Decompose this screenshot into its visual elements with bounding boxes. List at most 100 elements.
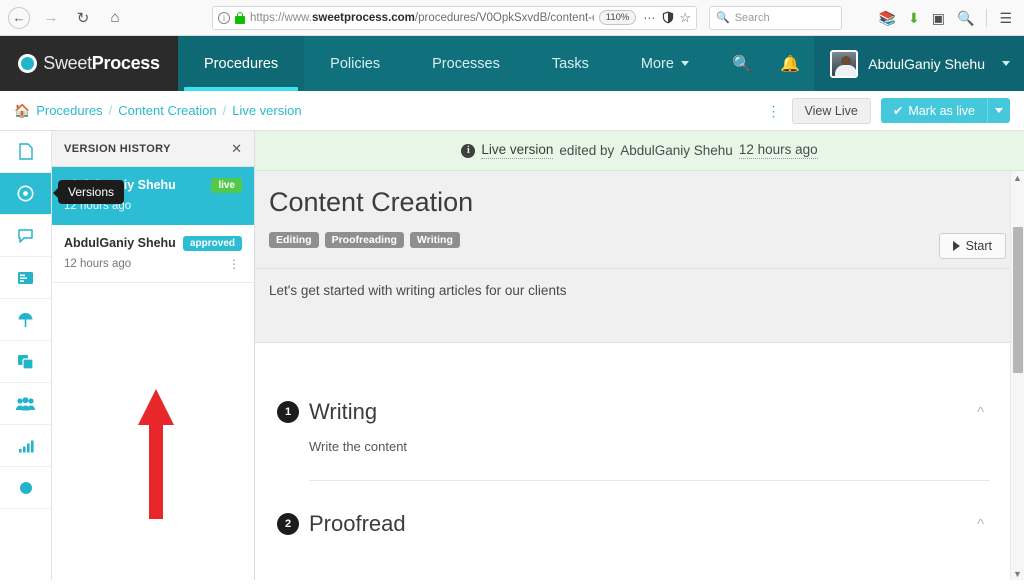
search-icon: 🔍 [716,12,730,24]
toolbar-divider [986,8,988,27]
rail-item-status[interactable] [0,467,51,509]
mark-as-live-split-button: ✔ Mark as live [880,98,1010,123]
url-scheme: https://www. [250,11,312,24]
breadcrumb-item-procedures[interactable]: Procedures [36,103,102,118]
rail-item-comments[interactable] [0,215,51,257]
shield-icon[interactable] [662,11,674,24]
left-icon-rail [0,131,52,580]
search-icon[interactable]: 🔍 [718,36,766,91]
scroll-up-icon[interactable]: ▲ [1011,171,1024,184]
chevron-down-icon [995,108,1003,113]
nav-tab-more-label: More [640,55,674,72]
banner-timestamp: 12 hours ago [738,142,818,159]
step-body: Write the content [309,439,408,454]
notification-bell-icon[interactable]: 🔔 [766,36,814,91]
start-button[interactable]: Start [938,233,1006,259]
hamburger-menu-icon[interactable]: ☰ [999,11,1012,25]
browser-search-placeholder: Search [734,11,770,24]
main-content: i Live version edited by AbdulGaniy Sheh… [255,131,1024,580]
back-arrow-icon[interactable]: ← [8,6,30,29]
mark-as-live-button[interactable]: ✔ Mark as live [880,98,987,123]
user-menu[interactable]: AbdulGaniy Shehu [814,36,1024,91]
rail-item-version-history[interactable] [0,173,51,215]
version-history-header: VERSION HISTORY ✕ [52,131,254,167]
step-number: 1 [277,401,299,423]
versions-tooltip: Versions [52,180,125,204]
status-badge-approved: approved [182,236,242,251]
page-search-icon[interactable]: 🔍 [957,11,974,25]
downloads-icon[interactable]: ⬇ [908,11,920,25]
site-info-icon[interactable]: i [218,11,230,24]
home-icon[interactable]: ⌂ [100,4,130,32]
tag-list: Editing Proofreading Writing [269,232,1010,248]
vertical-ellipsis-icon[interactable]: ⋮ [767,104,782,118]
tag-editing[interactable]: Editing [269,232,319,248]
zoom-level-badge[interactable]: 110% [598,10,637,25]
chevron-down-icon [680,61,689,66]
nav-tab-processes-label: Processes [432,55,500,72]
browser-toolbar: ← → ↻ ⌂ i https://www.sweetprocess.com/p… [0,0,1024,36]
rail-item-analytics[interactable] [0,425,51,467]
address-bar[interactable]: i https://www.sweetprocess.com/procedure… [212,5,697,30]
step-1[interactable]: 1 Writing ^ Write the content [277,399,1002,481]
tag-writing[interactable]: Writing [409,232,460,248]
nav-tab-tasks[interactable]: Tasks [526,36,615,91]
rail-item-duplicate[interactable] [0,341,51,383]
mark-as-live-dropdown-toggle[interactable] [987,98,1010,123]
close-icon[interactable]: ✕ [231,141,242,157]
nav-tab-procedures[interactable]: Procedures [178,36,305,91]
home-icon[interactable]: 🏠 [14,103,30,119]
app-navbar: SweetProcess Procedures Policies Process… [0,36,1024,91]
status-badge-live: live [211,178,242,193]
scrollbar-thumb[interactable] [1013,227,1023,373]
document-header: Content Creation Editing Proofreading Wr… [255,171,1024,269]
play-icon [952,241,960,251]
sweetprocess-logo-icon [18,54,38,73]
brand-name-light: Sweet [43,53,92,73]
nav-tab-more[interactable]: More [615,36,715,91]
rail-item-publish[interactable] [0,299,51,341]
vertical-ellipsis-icon[interactable]: ⋮ [228,258,241,270]
ellipsis-icon[interactable]: ⋯ [641,11,657,25]
nav-tab-policies-label: Policies [330,55,381,72]
browser-toolbar-icons: 📚 ⬇ ▣ 🔍 ☰ [879,8,1016,27]
nav-tab-policies[interactable]: Policies [304,36,406,91]
nav-tab-processes[interactable]: Processes [406,36,526,91]
brand-logo[interactable]: SweetProcess [0,36,178,91]
intro-section: Let's get started with writing articles … [255,269,1024,343]
check-icon: ✔ [892,104,904,118]
browser-search-box[interactable]: 🔍 Search [709,5,842,30]
step-2[interactable]: 2 Proofread ^ [277,511,1002,537]
version-row-approved[interactable]: AbdulGaniy Shehu approved 12 hours ago ⋮ [52,225,254,283]
rail-item-activity-log[interactable] [0,257,51,299]
breadcrumb: 🏠 Procedures / Content Creation / Live v… [14,103,302,119]
step-divider [309,480,990,481]
rail-item-document[interactable] [0,131,51,173]
breadcrumb-separator-2: / [222,103,227,118]
view-live-button[interactable]: View Live [791,97,871,124]
breadcrumb-actions: ⋮ View Live ✔ Mark as live [767,97,1010,124]
steps-list: 1 Writing ^ Write the content 2 Proofrea… [255,343,1024,537]
tag-proofreading[interactable]: Proofreading [324,232,404,248]
red-annotation-arrow [138,389,174,519]
forward-arrow-icon[interactable]: → [36,4,66,32]
live-version-label[interactable]: Live version [481,142,554,159]
breadcrumb-item-live-version[interactable]: Live version [232,103,301,118]
version-timestamp: 12 hours ago [64,258,132,270]
breadcrumb-item-content-creation[interactable]: Content Creation [118,103,216,118]
breadcrumb-separator: / [108,103,113,118]
star-icon[interactable]: ☆ [679,10,691,26]
sidebar-icon[interactable]: ▣ [932,11,945,25]
page-body: VERSION HISTORY ✕ AbdulGaniy Shehu live … [0,131,1024,580]
vertical-scrollbar[interactable]: ▲ ▼ [1010,171,1024,580]
scroll-down-icon[interactable]: ▼ [1011,567,1024,580]
library-icon[interactable]: 📚 [879,11,896,25]
step-title: Proofread [309,511,406,536]
reload-icon[interactable]: ↻ [68,4,98,32]
chevron-up-icon[interactable]: ^ [977,516,1002,533]
chevron-up-icon[interactable]: ^ [977,404,1002,421]
primary-nav-tabs: Procedures Policies Processes Tasks More [178,36,715,91]
page-title: Content Creation [269,187,474,217]
rail-item-teams[interactable] [0,383,51,425]
version-author: AbdulGaniy Shehu [64,236,176,250]
